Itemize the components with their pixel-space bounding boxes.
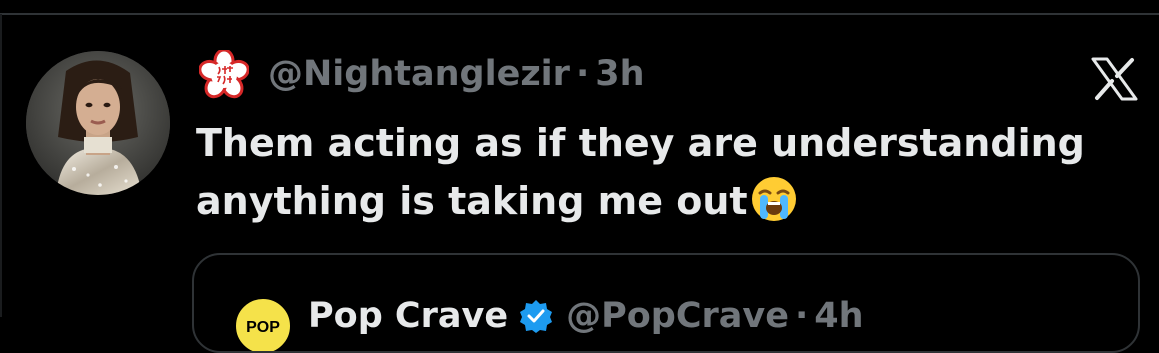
x-logo-icon — [1090, 57, 1138, 101]
sakura-badge-icon — [198, 48, 250, 100]
quoted-display-name[interactable]: Pop Crave — [308, 296, 508, 336]
top-divider — [0, 13, 1159, 15]
quoted-avatar[interactable]: POP — [234, 297, 292, 351]
quoted-avatar-label: POP — [246, 319, 280, 336]
quoted-tweet-card[interactable]: POP Pop Crave @PopCrave · 4h — [192, 253, 1140, 353]
username-handle[interactable]: @Nightanglezir — [268, 54, 570, 94]
tweet-header: @Nightanglezir · 3h — [268, 52, 645, 96]
quoted-tweet-header: Pop Crave @PopCrave · 4h — [308, 294, 864, 338]
avatar[interactable] — [26, 51, 170, 195]
loudly-crying-face-icon — [750, 175, 798, 223]
timestamp[interactable]: 3h — [595, 54, 644, 94]
quoted-handle[interactable]: @PopCrave — [566, 296, 789, 336]
quoted-timestamp[interactable]: 4h — [814, 296, 863, 336]
tweet-text: Them acting as if they are understanding… — [196, 114, 1146, 230]
left-border — [0, 14, 2, 317]
tweet-body: Them acting as if they are understanding… — [196, 121, 1085, 223]
avatar-photo — [26, 51, 170, 195]
quoted-separator-dot: · — [794, 296, 809, 336]
separator-dot: · — [575, 54, 590, 94]
verified-badge-icon — [518, 298, 554, 334]
